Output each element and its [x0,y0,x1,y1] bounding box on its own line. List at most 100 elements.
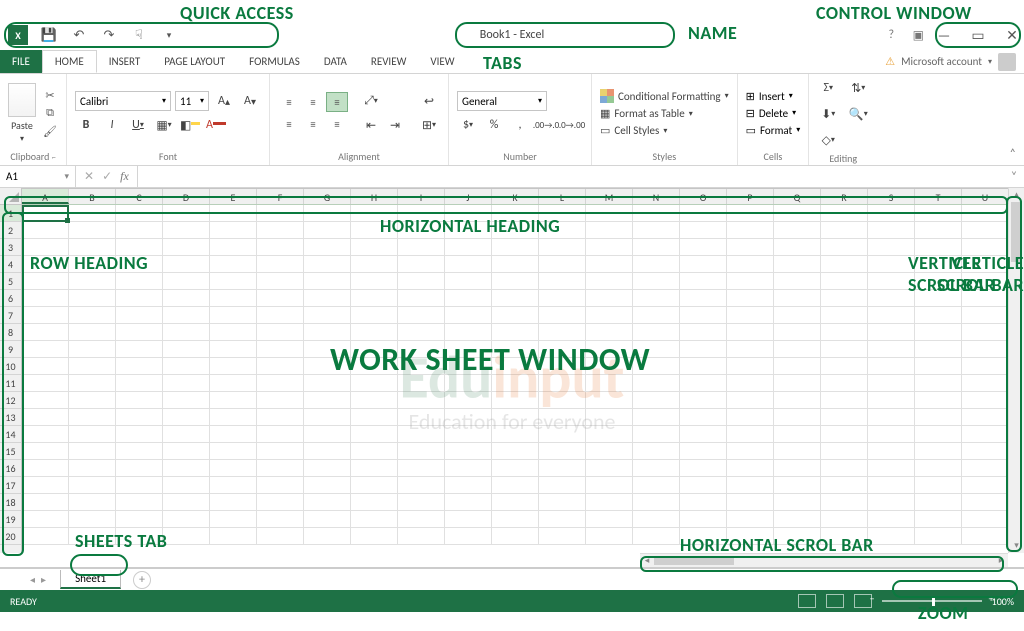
cell[interactable] [821,511,868,528]
cell[interactable] [116,443,163,460]
cell[interactable] [962,477,1009,494]
cell[interactable] [351,205,398,222]
align-right-icon[interactable]: ≡ [326,114,348,134]
cell[interactable] [210,358,257,375]
cell[interactable] [398,477,445,494]
cell[interactable] [445,205,492,222]
cell[interactable] [492,511,539,528]
cell[interactable] [304,409,351,426]
cell[interactable] [257,273,304,290]
cell[interactable] [727,341,774,358]
cell[interactable] [633,290,680,307]
cell[interactable] [727,290,774,307]
cell[interactable] [445,222,492,239]
cell[interactable] [163,273,210,290]
cell[interactable] [22,426,69,443]
cell[interactable] [163,256,210,273]
cell[interactable] [210,477,257,494]
cell[interactable] [680,341,727,358]
cell[interactable] [633,443,680,460]
cell[interactable] [962,307,1009,324]
cell[interactable] [586,307,633,324]
cell[interactable] [821,477,868,494]
cell[interactable] [586,239,633,256]
row-header[interactable]: 11 [0,375,21,392]
cell[interactable] [680,460,727,477]
enter-formula-icon[interactable]: ✓ [102,169,112,184]
cell[interactable] [727,528,774,545]
cell[interactable] [915,205,962,222]
format-as-table-button[interactable]: ▦Format as Table ▾ [600,107,729,120]
scroll-left-icon[interactable]: ◂ [640,554,654,567]
tab-review[interactable]: REVIEW [359,50,419,73]
cell[interactable] [586,528,633,545]
column-header[interactable]: B [69,189,116,204]
cell[interactable] [962,494,1009,511]
underline-button[interactable]: U▾ [127,115,149,135]
cell[interactable] [69,460,116,477]
cell[interactable] [304,426,351,443]
cell[interactable] [22,460,69,477]
cell[interactable] [116,477,163,494]
cell[interactable] [398,460,445,477]
tab-page-layout[interactable]: PAGE LAYOUT [152,50,237,73]
cell[interactable] [69,511,116,528]
cell[interactable] [821,528,868,545]
cell[interactable] [680,494,727,511]
cell[interactable] [868,222,915,239]
tab-view[interactable]: VIEW [418,50,466,73]
column-header[interactable]: T [915,189,962,204]
cell[interactable] [680,290,727,307]
cell[interactable] [821,239,868,256]
row-header[interactable]: 3 [0,239,21,256]
cell[interactable] [586,375,633,392]
cell[interactable] [915,358,962,375]
cell[interactable] [257,426,304,443]
cell[interactable] [915,443,962,460]
cell[interactable] [492,375,539,392]
cell[interactable] [116,392,163,409]
cell[interactable] [69,409,116,426]
cell[interactable] [868,426,915,443]
cell[interactable] [210,205,257,222]
cell[interactable] [351,494,398,511]
cell[interactable] [586,324,633,341]
cell[interactable] [492,443,539,460]
cell[interactable] [163,511,210,528]
wrap-text-icon[interactable]: ↩ [418,91,440,111]
add-sheet-button[interactable]: + [133,571,151,589]
cell[interactable] [210,222,257,239]
row-header[interactable]: 10 [0,358,21,375]
cell[interactable] [915,409,962,426]
cell[interactable] [351,256,398,273]
cell[interactable] [868,239,915,256]
cell[interactable] [774,460,821,477]
cell[interactable] [774,494,821,511]
cell[interactable] [69,290,116,307]
cell[interactable] [398,494,445,511]
row-header[interactable]: 4 [0,256,21,273]
cell[interactable] [962,511,1009,528]
page-layout-view-icon[interactable] [826,594,844,608]
cell[interactable] [680,239,727,256]
cell[interactable] [727,273,774,290]
column-header[interactable]: I [398,189,445,204]
decrease-indent-icon[interactable]: ⇤ [360,115,382,135]
column-header[interactable]: S [868,189,915,204]
cell[interactable] [257,205,304,222]
row-header[interactable]: 5 [0,273,21,290]
cell[interactable] [398,307,445,324]
decrease-font-icon[interactable]: A▾ [239,91,261,111]
cell[interactable] [633,205,680,222]
cell[interactable] [22,205,69,222]
cell[interactable] [868,256,915,273]
align-center-icon[interactable]: ≡ [302,114,324,134]
cell[interactable] [539,443,586,460]
column-header[interactable]: G [304,189,351,204]
cell[interactable] [680,358,727,375]
delete-cells-button[interactable]: ⊟Delete ▾ [746,107,801,120]
cell[interactable] [821,443,868,460]
cell[interactable] [774,375,821,392]
cell[interactable] [539,222,586,239]
cell[interactable] [586,392,633,409]
